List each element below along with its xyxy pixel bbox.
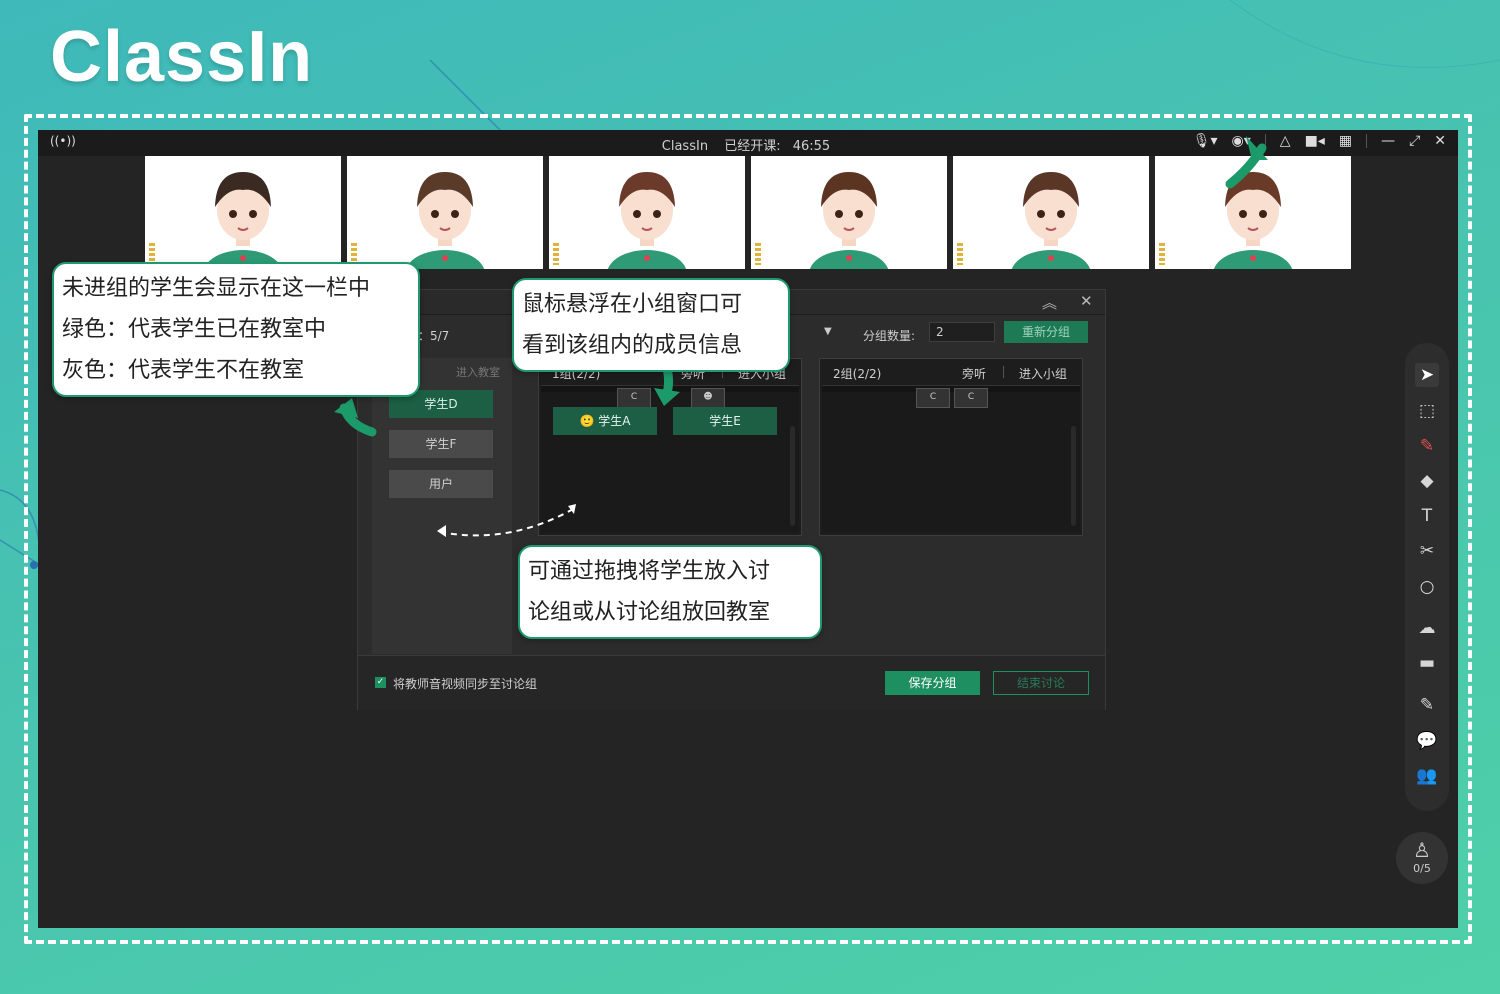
video-tile[interactable] <box>953 156 1149 269</box>
seat-count: 0/5 <box>1413 862 1431 875</box>
student-chip[interactable]: 学生F <box>389 430 493 458</box>
edit-icon[interactable]: ✎ <box>1415 693 1439 717</box>
chat-icon[interactable]: 💬 <box>1415 729 1439 753</box>
sync-checkbox-label: 将教师音视频同步至讨论组 <box>393 677 538 691</box>
mic-level-icon <box>957 243 963 265</box>
enter-classroom-header: 进入教室 <box>456 366 500 379</box>
group-icon[interactable]: △ <box>1280 133 1291 149</box>
chevron-down-icon[interactable]: ▼ <box>824 326 832 337</box>
divider <box>1003 366 1004 378</box>
save-groups-button[interactable]: 保存分组 <box>885 671 980 695</box>
avatar <box>1213 172 1293 269</box>
video-icon[interactable]: ■◂ <box>1305 133 1325 149</box>
grid-icon[interactable]: ▦ <box>1339 133 1352 149</box>
group-count-label: 分组数量: <box>863 329 916 343</box>
preview-toolbar <box>1071 426 1076 526</box>
regroup-button[interactable]: 重新分组 <box>1004 321 1088 343</box>
preview-tile: C <box>916 388 950 408</box>
shape-icon[interactable]: ○ <box>1415 575 1439 599</box>
callout-drag: 可通过拖拽将学生放入讨 论组或从讨论组放回教室 <box>518 545 822 639</box>
app-name: ClassIn <box>661 139 709 154</box>
callout-ungrouped: 未进组的学生会显示在这一栏中 绿色：代表学生已在教室中 灰色：代表学生不在教室 <box>52 262 420 397</box>
video-row <box>145 156 1351 269</box>
group-name: 2组(2/2) <box>833 367 882 381</box>
callout-line: 看到该组内的成员信息 <box>522 333 743 358</box>
microphone-icon[interactable]: 🎙▾ <box>1193 133 1218 149</box>
mic-level-icon <box>755 243 761 265</box>
callout-line: 灰色：代表学生不在教室 <box>62 358 305 383</box>
callout-line: 鼠标悬浮在小组窗口可 <box>522 292 743 317</box>
callout-hover: 鼠标悬浮在小组窗口可 看到该组内的成员信息 <box>512 278 790 372</box>
callout-line: 可通过拖拽将学生放入讨 <box>528 559 771 584</box>
text-icon[interactable]: T <box>1415 504 1439 528</box>
restore-icon[interactable]: ⤢ <box>1409 133 1420 149</box>
group-preview: C C <box>822 385 1080 533</box>
laser-icon[interactable]: ✎ <box>1415 434 1439 458</box>
titlebar-controls: 🎙▾ ◉▾ △ ■◂ ▦ — ⤢ ✕ <box>1193 133 1446 149</box>
preview-titlebar <box>822 386 1080 392</box>
close-icon[interactable]: ✕ <box>1434 133 1446 149</box>
eraser-icon[interactable]: ◆ <box>1415 469 1439 493</box>
title-bar: ((•)) ClassIn 已经开课: 46:55 🎙▾ ◉▾ △ ■◂ ▦ —… <box>38 130 1458 156</box>
classin-logo: ClassIn <box>50 17 314 97</box>
video-tile[interactable] <box>347 156 543 269</box>
cloud-icon[interactable]: ☁ <box>1415 616 1439 640</box>
seat-button[interactable]: ♙ 0/5 <box>1396 832 1448 884</box>
select-icon[interactable]: ⬚ <box>1415 399 1439 423</box>
divider <box>1366 134 1368 148</box>
toolbox-icon[interactable]: ▬ <box>1415 651 1439 675</box>
member-chip[interactable]: 🙂 学生A <box>553 407 657 435</box>
avatar <box>809 172 889 269</box>
preview-tile: C <box>617 388 651 408</box>
group-card-2[interactable]: 2组(2/2) 旁听 进入小组 C C <box>819 358 1083 536</box>
avatar <box>607 172 687 269</box>
timer-label: 已经开课: 46:55 <box>724 139 831 154</box>
preview-titlebar <box>541 386 799 392</box>
right-toolbar: ➤ ⬚ ✎ ◆ T ✂ ○ ☁ ▬ ✎ 💬 👥 <box>1405 343 1449 811</box>
dialog-close-icon[interactable]: ✕ <box>1080 292 1093 310</box>
group-card-1[interactable]: 1组(2/2) 旁听 进入小组 C ☻ 🙂 学生A 学生E <box>538 358 802 536</box>
minimize-icon[interactable]: — <box>1381 133 1395 149</box>
enter-group-button[interactable]: 进入小组 <box>1019 365 1067 382</box>
group-count-input[interactable]: 2 <box>929 322 995 342</box>
student-count: ：5/7 <box>418 329 450 343</box>
collapse-icon[interactable]: ︽ <box>1042 292 1057 313</box>
preview-tile: ☻ <box>691 388 725 408</box>
scissors-icon[interactable]: ✂ <box>1415 539 1439 563</box>
student-chip[interactable]: 用户 <box>389 470 493 498</box>
mic-level-icon <box>553 243 559 265</box>
preview-toolbar <box>790 426 795 526</box>
pointer-icon[interactable]: ➤ <box>1415 363 1439 387</box>
divider <box>1264 134 1266 148</box>
sync-checkbox[interactable]: ✓ <box>375 677 386 688</box>
preview-tile: C <box>954 388 988 408</box>
end-discussion-button[interactable]: 结束讨论 <box>993 671 1089 695</box>
member-chip[interactable]: 学生E <box>673 407 777 435</box>
audit-button[interactable]: 旁听 <box>962 365 986 382</box>
callout-line: 未进组的学生会显示在这一栏中 <box>62 276 371 301</box>
callout-line: 绿色：代表学生已在教室中 <box>62 317 327 342</box>
video-tile[interactable] <box>1155 156 1351 269</box>
callout-line: 论组或从讨论组放回教室 <box>528 600 771 625</box>
mic-level-icon <box>1159 243 1165 265</box>
classroom-window: ((•)) ClassIn 已经开课: 46:55 🎙▾ ◉▾ △ ■◂ ▦ —… <box>38 130 1458 928</box>
avatar <box>1011 172 1091 269</box>
ungrouped-column: 进入教室 学生D 学生F 用户 <box>372 358 512 654</box>
group-header: 2组(2/2) 旁听 进入小组 <box>820 359 1082 385</box>
camera-icon[interactable]: ◉▾ <box>1232 133 1251 149</box>
avatar <box>405 172 485 269</box>
video-tile[interactable] <box>549 156 745 269</box>
dialog-footer: ✓ 将教师音视频同步至讨论组 保存分组 结束讨论 <box>358 655 1105 710</box>
members-icon[interactable]: 👥 <box>1415 764 1439 788</box>
avatar <box>203 172 283 269</box>
video-tile[interactable] <box>145 156 341 269</box>
video-tile[interactable] <box>751 156 947 269</box>
seat-icon: ♙ <box>1413 838 1431 862</box>
